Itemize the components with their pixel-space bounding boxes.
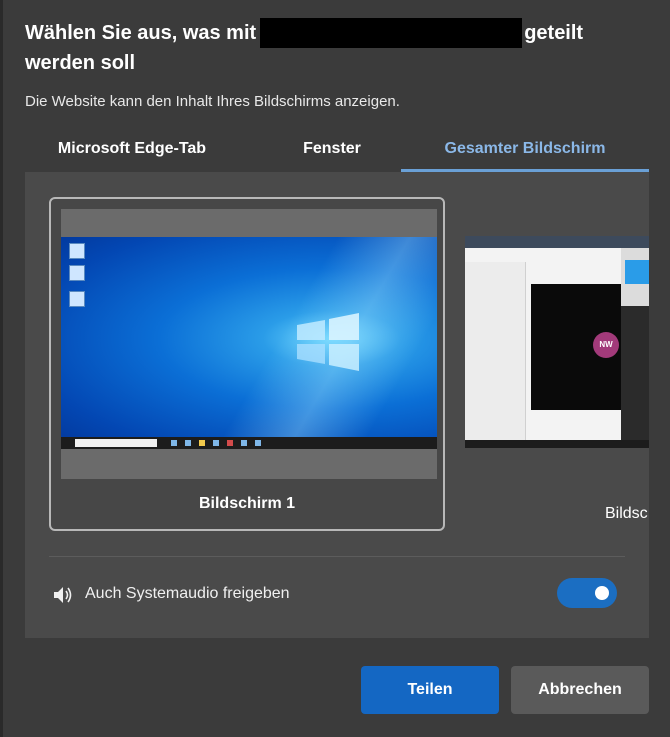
- taskbar-app-icon: [199, 440, 205, 446]
- tab-entire-screen[interactable]: Gesamter Bildschirm: [401, 130, 649, 172]
- recycle-bin-icon: [69, 243, 85, 259]
- tab-edge-tab[interactable]: Microsoft Edge-Tab: [25, 130, 239, 172]
- taskbar-app-icon: [171, 440, 177, 446]
- title-suffix: geteilt: [524, 22, 584, 44]
- share-screen-dialog: Wählen Sie aus, was mit geteilt werden so…: [0, 0, 670, 737]
- screen-2-label: Bildsc: [605, 505, 648, 522]
- screen-selection-panel: Bildschirm 1 NW Bildsc Auch Systemaudio …: [25, 172, 649, 638]
- avatar: NW: [593, 332, 619, 358]
- window-edge: [0, 0, 3, 737]
- desktop-shortcut-icon: [69, 291, 85, 307]
- taskbar-app-icon: [241, 440, 247, 446]
- taskbar-search: [75, 439, 157, 447]
- dialog-subtitle: Die Website kann den Inhalt Ihres Bildsc…: [25, 93, 400, 110]
- desktop-shortcut-icon: [69, 265, 85, 281]
- toggle-knob: [595, 586, 609, 600]
- windows-logo-icon: [297, 313, 359, 371]
- screen-2-thumbnail[interactable]: NW: [465, 236, 649, 448]
- taskbar-app-icon: [185, 440, 191, 446]
- title-prefix: Wählen Sie aus, was mit: [25, 22, 257, 44]
- title-line2: werden soll: [25, 52, 136, 74]
- taskbar-app-icon: [227, 440, 233, 446]
- redacted-site-name: [260, 18, 523, 48]
- taskbar: [61, 437, 437, 449]
- screen-1-thumbnail: [61, 209, 437, 479]
- system-audio-label: Auch Systemaudio freigeben: [85, 585, 290, 602]
- divider: [49, 556, 625, 557]
- taskbar: [465, 440, 649, 448]
- tab-window[interactable]: Fenster: [239, 130, 425, 172]
- dialog-title: Wählen Sie aus, was mit geteilt werden so…: [25, 18, 625, 78]
- preview-popup: [621, 248, 649, 306]
- speaker-icon: [54, 587, 72, 603]
- screen-1-card[interactable]: Bildschirm 1: [49, 197, 445, 531]
- taskbar-app-icon: [255, 440, 261, 446]
- screen-1-label: Bildschirm 1: [198, 495, 296, 512]
- app-sidebar: [465, 262, 526, 444]
- cancel-button[interactable]: Abbrechen: [511, 666, 649, 714]
- system-audio-row: Auch Systemaudio freigeben: [51, 580, 621, 610]
- browser-toolbar: [465, 236, 649, 248]
- share-button[interactable]: Teilen: [361, 666, 499, 714]
- taskbar-app-icon: [213, 440, 219, 446]
- system-audio-toggle[interactable]: [557, 578, 617, 608]
- desktop-preview: [61, 237, 437, 449]
- tab-bar: Microsoft Edge-Tab Fenster Gesamter Bild…: [25, 130, 649, 173]
